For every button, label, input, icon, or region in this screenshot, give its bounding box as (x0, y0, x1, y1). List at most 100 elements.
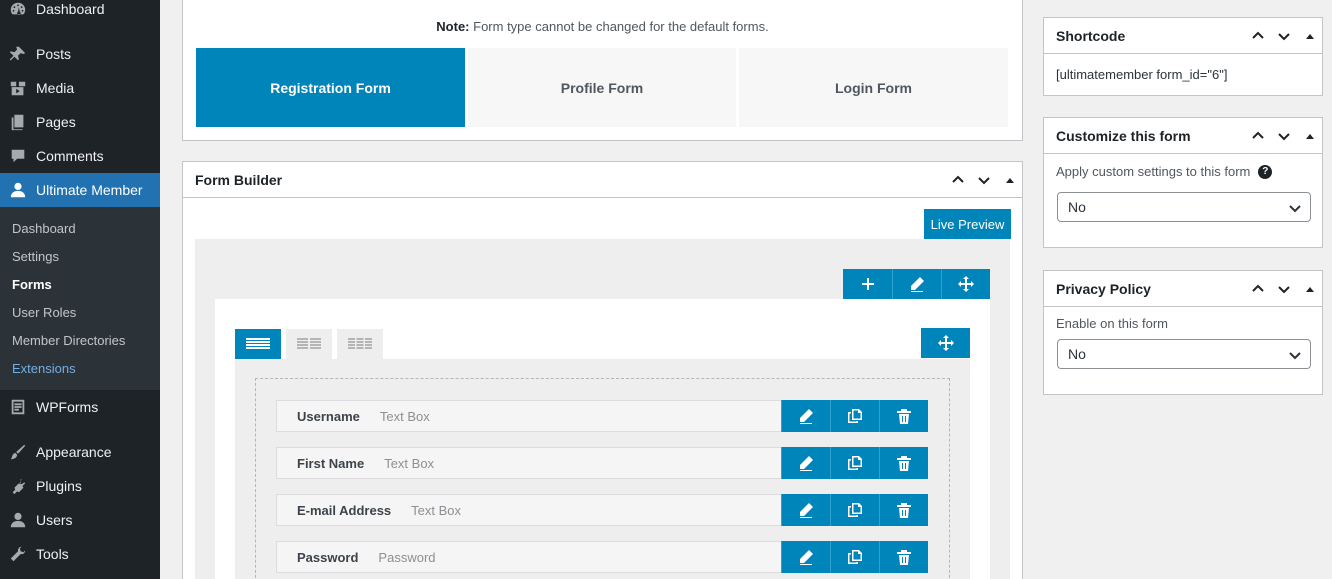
duplicate-field-button[interactable] (830, 447, 879, 479)
trash-icon (897, 550, 911, 565)
edit-row-button[interactable] (892, 269, 941, 299)
menu-plugins[interactable]: Plugins (0, 469, 160, 503)
form-builder-header: Form Builder (183, 162, 1022, 198)
wrench-icon (0, 545, 36, 563)
duplicate-field-button[interactable] (830, 541, 879, 573)
menu-label: Dashboard (36, 1, 105, 17)
plus-icon (861, 278, 874, 290)
layout-two-column-tab[interactable] (286, 329, 332, 359)
three-column-icon (348, 338, 372, 349)
chevron-down-icon[interactable] (976, 172, 992, 188)
field-row-username[interactable]: Username Text Box (276, 400, 928, 432)
tab-profile-form[interactable]: Profile Form (468, 48, 736, 127)
tab-login-form[interactable]: Login Form (739, 48, 1008, 127)
layout-three-column-tab[interactable] (337, 329, 383, 359)
menu-posts[interactable]: Posts (0, 37, 160, 71)
pencil-icon (911, 277, 924, 292)
submenu-member-directories[interactable]: Member Directories (12, 333, 125, 348)
user-icon (0, 181, 36, 199)
customize-select[interactable]: No (1057, 192, 1311, 222)
delete-field-button[interactable] (879, 447, 928, 479)
menu-users[interactable]: Users (0, 503, 160, 537)
comment-icon (0, 147, 36, 165)
pin-icon (0, 45, 36, 63)
field-label: Password (297, 549, 359, 565)
menu-label: WPForms (36, 399, 99, 415)
menu-tools[interactable]: Tools (0, 537, 160, 571)
help-icon[interactable]: ? (1258, 164, 1273, 179)
edit-field-button[interactable] (781, 494, 830, 526)
trash-icon (897, 456, 911, 471)
chevron-down-icon[interactable] (1276, 28, 1292, 44)
chevron-up-icon[interactable] (1250, 28, 1266, 44)
menu-label: Users (36, 512, 73, 528)
menu-label: Tools (36, 546, 69, 562)
menu-ultimate-member[interactable]: Ultimate Member (0, 173, 160, 207)
toggle-triangle-icon[interactable] (1306, 133, 1314, 139)
edit-field-button[interactable] (781, 400, 830, 432)
users-icon (0, 511, 36, 529)
menu-label: Plugins (36, 478, 82, 494)
menu-comments[interactable]: Comments (0, 139, 160, 173)
submenu-forms[interactable]: Forms (12, 277, 52, 292)
edit-field-button[interactable] (781, 541, 830, 573)
privacy-policy-panel: Privacy Policy Enable on this form No (1043, 270, 1323, 395)
add-row-button[interactable] (843, 269, 892, 299)
submenu-user-roles[interactable]: User Roles (12, 305, 76, 320)
field-type: Text Box (384, 455, 435, 471)
move-icon (958, 276, 974, 292)
chevron-up-icon[interactable] (1250, 281, 1266, 297)
duplicate-field-button[interactable] (830, 400, 879, 432)
chevron-up-icon[interactable] (950, 172, 966, 188)
field-row-first-name[interactable]: First Name Text Box (276, 447, 928, 479)
menu-dashboard[interactable]: Dashboard (0, 0, 160, 26)
menu-pages[interactable]: Pages (0, 105, 160, 139)
customize-label-wrap: Apply custom settings to this form ? (1056, 164, 1273, 179)
panel-title: Form Builder (195, 171, 283, 188)
submenu-extensions[interactable]: Extensions (12, 361, 76, 376)
duplicate-field-button[interactable] (830, 494, 879, 526)
layout-one-column-tab[interactable] (235, 329, 281, 359)
move-section-button[interactable] (921, 328, 970, 358)
chevron-down-icon[interactable] (1276, 128, 1292, 144)
duplicate-icon (848, 503, 862, 517)
admin-sidebar: Dashboard Posts Media Pages Comments Ult… (0, 0, 160, 579)
move-row-button[interactable] (941, 269, 990, 299)
menu-media[interactable]: Media (0, 71, 160, 105)
pencil-icon (800, 503, 813, 518)
toggle-triangle-icon[interactable] (1006, 177, 1014, 183)
toggle-triangle-icon[interactable] (1306, 33, 1314, 39)
menu-label: Pages (36, 114, 76, 130)
edit-field-button[interactable] (781, 447, 830, 479)
delete-field-button[interactable] (879, 494, 928, 526)
field-row-password[interactable]: Password Password (276, 541, 928, 573)
privacy-label: Enable on this form (1056, 316, 1169, 331)
plugin-icon (0, 477, 36, 495)
chevron-up-icon[interactable] (1250, 128, 1266, 144)
chevron-down-icon[interactable] (1276, 281, 1292, 297)
field-label: First Name (297, 455, 365, 471)
delete-field-button[interactable] (879, 400, 928, 432)
delete-field-button[interactable] (879, 541, 928, 573)
form-type-panel: Note: Form type cannot be changed for th… (182, 0, 1023, 141)
menu-appearance[interactable]: Appearance (0, 435, 160, 469)
field-row-email-address[interactable]: E-mail Address Text Box (276, 494, 928, 526)
menu-wpforms[interactable]: WPForms (0, 390, 160, 424)
menu-label: Comments (36, 148, 104, 164)
tab-registration-form[interactable]: Registration Form (196, 48, 465, 127)
submenu-dashboard[interactable]: Dashboard (12, 221, 76, 236)
chevron-down-icon (1289, 205, 1301, 213)
duplicate-icon (848, 409, 862, 423)
trash-icon (897, 503, 911, 518)
brush-icon (0, 443, 36, 461)
menu-label: Media (36, 80, 75, 96)
dashboard-icon (0, 0, 36, 18)
live-preview-button[interactable]: Live Preview (924, 209, 1011, 239)
customize-label: Apply custom settings to this form (1056, 164, 1251, 179)
privacy-select[interactable]: No (1057, 339, 1311, 369)
wpforms-icon (0, 398, 36, 416)
pages-icon (0, 113, 36, 131)
submenu-settings[interactable]: Settings (12, 249, 59, 264)
toggle-triangle-icon[interactable] (1306, 286, 1314, 292)
ultimate-member-submenu: Dashboard Settings Forms User Roles Memb… (0, 207, 160, 390)
